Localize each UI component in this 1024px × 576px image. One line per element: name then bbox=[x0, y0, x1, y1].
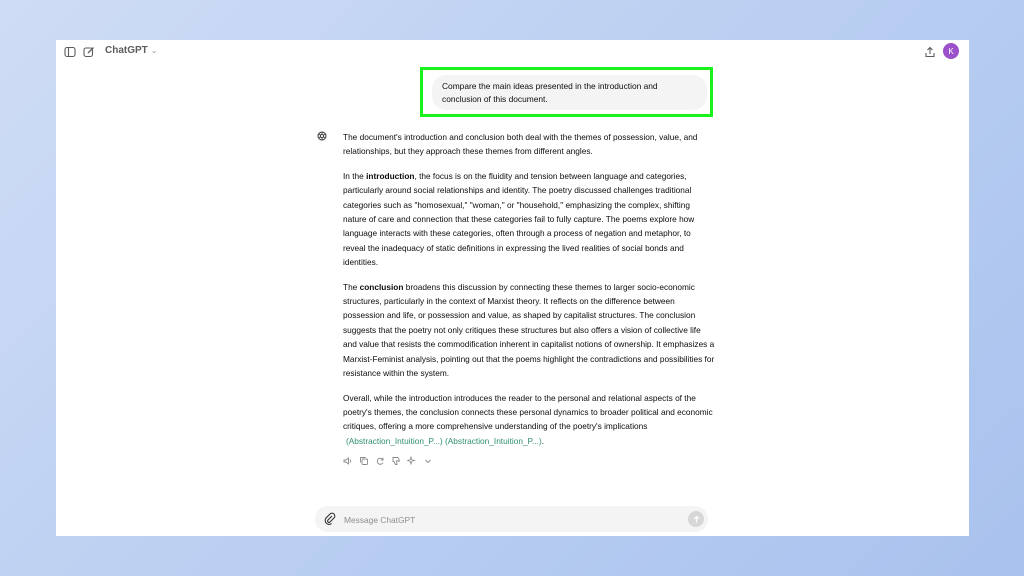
thumbs-down-icon[interactable] bbox=[391, 456, 401, 466]
arrow-up-icon bbox=[693, 515, 699, 522]
message-composer bbox=[315, 506, 708, 532]
model-selector[interactable]: ChatGPT ⌄ bbox=[105, 45, 157, 56]
chatgpt-logo-icon bbox=[316, 129, 328, 141]
model-name: ChatGPT bbox=[105, 45, 148, 56]
share-icon[interactable] bbox=[923, 45, 937, 59]
top-bar: ChatGPT ⌄ K bbox=[56, 40, 969, 64]
answer-paragraph: In the introduction, the focus is on the… bbox=[343, 170, 695, 268]
send-button[interactable] bbox=[688, 511, 704, 527]
answer-paragraph: Overall, while the introduction introduc… bbox=[343, 392, 713, 446]
sidebar-icon[interactable] bbox=[63, 45, 77, 59]
response-actions bbox=[343, 456, 433, 466]
chevron-down-icon[interactable] bbox=[423, 456, 433, 466]
citation-link[interactable]: (Abstraction_Intuition_P...) (Abstractio… bbox=[346, 436, 542, 446]
regenerate-icon[interactable] bbox=[375, 456, 385, 466]
assistant-response: The document's introduction and conclusi… bbox=[343, 130, 715, 458]
answer-paragraph: The conclusion broadens this discussion … bbox=[343, 281, 715, 379]
copy-icon[interactable] bbox=[359, 456, 369, 466]
sparkle-icon[interactable] bbox=[407, 456, 417, 466]
new-chat-icon[interactable] bbox=[82, 45, 96, 59]
chat-window: ChatGPT ⌄ K Compare the main ideas prese… bbox=[56, 40, 969, 536]
user-message: Compare the main ideas presented in the … bbox=[432, 75, 707, 110]
message-input[interactable] bbox=[342, 511, 676, 529]
answer-paragraph: The document's introduction and conclusi… bbox=[343, 132, 698, 157]
read-aloud-icon[interactable] bbox=[343, 456, 353, 466]
chevron-down-icon: ⌄ bbox=[150, 46, 158, 55]
paperclip-icon[interactable] bbox=[323, 512, 337, 526]
avatar[interactable]: K bbox=[943, 43, 959, 59]
